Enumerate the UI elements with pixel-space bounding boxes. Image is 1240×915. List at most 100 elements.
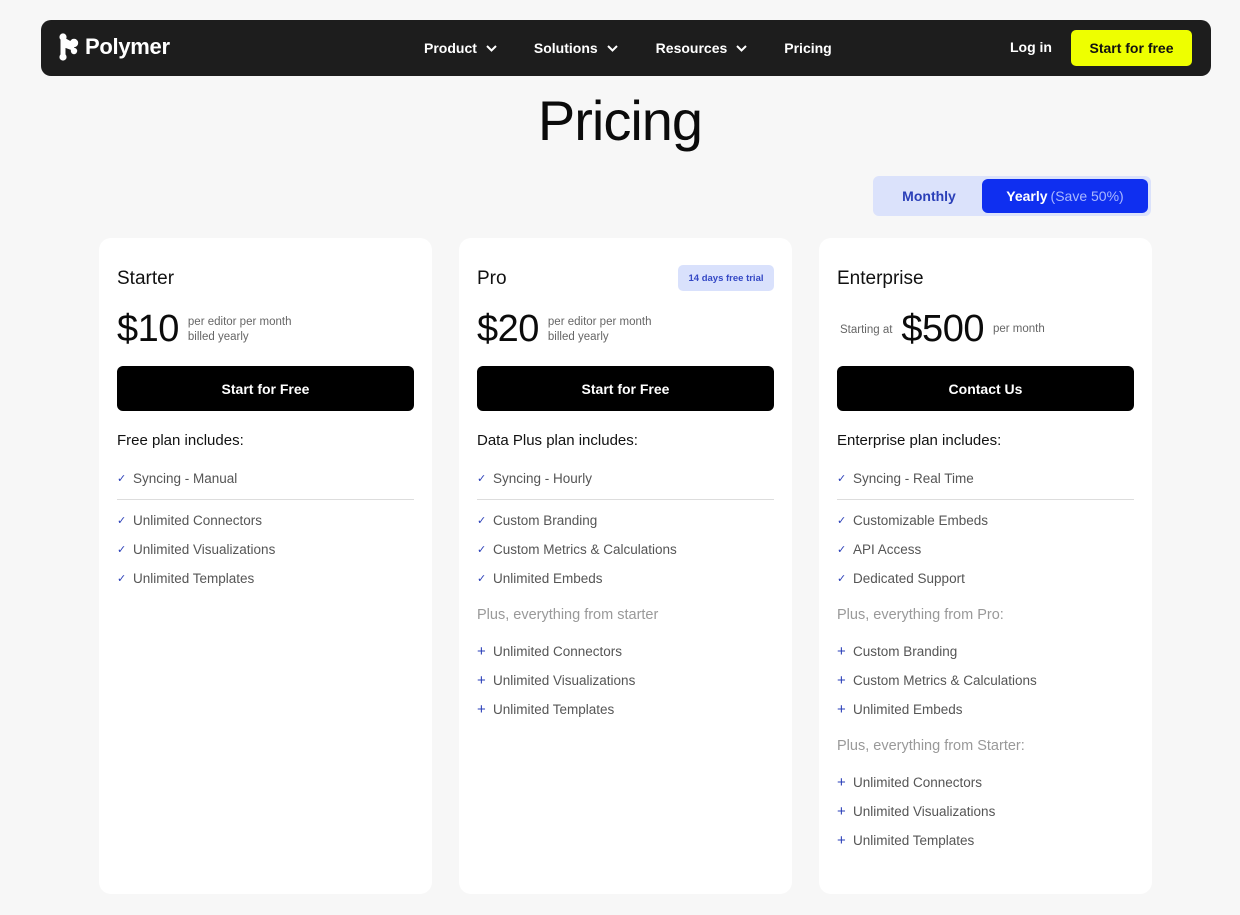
feature-item: ✓ Unlimited Templates <box>117 564 414 593</box>
plus-icon: + <box>477 701 486 718</box>
check-icon: ✓ <box>477 544 487 556</box>
feature-list: ✓ Syncing - Hourly ✓ Custom Branding ✓ C… <box>477 466 774 724</box>
feature-item: + Unlimited Connectors <box>837 768 1134 797</box>
feature-label: Syncing - Real Time <box>853 470 974 486</box>
feature-item: ✓ Customizable Embeds <box>837 506 1134 535</box>
plus-icon: + <box>837 672 846 689</box>
plan-price: $20 <box>477 308 539 350</box>
chevron-down-icon <box>736 44 747 52</box>
includes-title: Free plan includes: <box>117 432 244 449</box>
feature-item: + Unlimited Templates <box>837 826 1134 855</box>
start-for-free-button[interactable]: Start for free <box>1071 30 1192 66</box>
plus-icon: + <box>837 643 846 660</box>
top-navbar: Polymer Product Solutions Resources Pric… <box>41 20 1211 76</box>
brand-logo[interactable]: Polymer <box>59 33 170 61</box>
feature-item: ✓ Syncing - Real Time <box>837 466 1134 490</box>
plus-section-heading: Plus, everything from Pro: <box>837 607 1004 623</box>
price-note: per editor per month billed yearly <box>188 315 292 345</box>
brand-name: Polymer <box>85 34 170 59</box>
plus-icon: + <box>837 803 846 820</box>
feature-label: Syncing - Hourly <box>493 470 593 486</box>
free-trial-badge: 14 days free trial <box>678 265 774 291</box>
includes-title: Data Plus plan includes: <box>477 432 638 449</box>
divider <box>477 499 774 500</box>
plan-name: Starter <box>117 268 175 289</box>
feature-label: Unlimited Connectors <box>493 644 623 659</box>
feature-label: Custom Metrics & Calculations <box>853 673 1037 688</box>
check-icon: ✓ <box>837 544 847 556</box>
nav-solutions[interactable]: Solutions <box>534 40 618 56</box>
plan-name: Pro <box>477 268 507 289</box>
feature-label: Unlimited Visualizations <box>133 542 276 557</box>
price-note-line1: per editor per month <box>187 315 292 328</box>
nav-resources[interactable]: Resources <box>656 40 748 56</box>
feature-label: Unlimited Connectors <box>853 775 983 790</box>
feature-label: Customizable Embeds <box>853 513 989 528</box>
starting-at-label: Starting at <box>840 323 893 336</box>
price-row: $20 per editor per month billed yearly <box>477 308 651 351</box>
chevron-down-icon <box>606 44 618 52</box>
feature-item: ✓ Unlimited Embeds <box>477 564 774 593</box>
check-icon: ✓ <box>837 472 847 485</box>
login-link[interactable]: Log in <box>1010 39 1052 55</box>
plus-icon: + <box>477 643 486 660</box>
price-row: Starting at $500 per month <box>837 308 1045 351</box>
plus-section-heading: Plus, everything from starter <box>477 607 659 623</box>
plan-card-starter: Starter $10 per editor per month billed … <box>99 238 432 894</box>
nav-pricing-label: Pricing <box>784 40 832 56</box>
nav-product-label: Product <box>424 40 477 56</box>
plan-price: $500 <box>901 308 984 350</box>
check-icon: ✓ <box>477 573 487 585</box>
feature-item: + Unlimited Connectors <box>477 637 774 666</box>
plan-price: $10 <box>117 308 179 350</box>
feature-label: Unlimited Templates <box>853 833 975 848</box>
start-for-free-pro-button[interactable]: Start for Free <box>477 366 774 411</box>
price-row: $10 per editor per month billed yearly <box>117 308 291 351</box>
polymer-logo-icon <box>59 33 79 61</box>
contact-us-button[interactable]: Contact Us <box>837 366 1134 411</box>
nav-solutions-label: Solutions <box>533 40 598 56</box>
feature-label: Custom Branding <box>853 644 958 659</box>
feature-item: ✓ Unlimited Visualizations <box>117 535 414 564</box>
check-icon: ✓ <box>117 515 127 527</box>
toggle-monthly[interactable]: Monthly <box>876 179 982 213</box>
nav-product[interactable]: Product <box>424 40 497 56</box>
feature-label: Unlimited Embeds <box>853 702 963 717</box>
check-icon: ✓ <box>837 573 847 585</box>
check-icon: ✓ <box>117 544 127 556</box>
check-icon: ✓ <box>117 573 127 585</box>
toggle-yearly[interactable]: Yearly (Save 50%) <box>982 179 1148 213</box>
start-for-free-starter-button[interactable]: Start for Free <box>117 366 414 411</box>
feature-item: + Custom Metrics & Calculations <box>837 666 1134 695</box>
feature-item: ✓ Custom Metrics & Calculations <box>477 535 774 564</box>
price-note: per month <box>993 322 1045 337</box>
plan-card-enterprise: Enterprise Starting at $500 per month Co… <box>819 238 1152 894</box>
plan-name: Enterprise <box>837 268 924 289</box>
plus-icon: + <box>837 701 846 718</box>
nav-pricing[interactable]: Pricing <box>784 40 831 56</box>
yearly-savings-note: (Save 50%) <box>1050 188 1124 204</box>
feature-label: Unlimited Templates <box>133 571 255 586</box>
feature-label: Unlimited Embeds <box>493 571 603 586</box>
price-note-line2: billed yearly <box>547 330 609 343</box>
divider <box>117 499 414 500</box>
check-icon: ✓ <box>837 515 847 527</box>
feature-label: Unlimited Connectors <box>133 513 263 528</box>
feature-label: Unlimited Templates <box>493 702 615 717</box>
billing-period-toggle: Monthly Yearly (Save 50%) <box>873 176 1151 216</box>
plus-icon: + <box>477 672 486 689</box>
plus-icon: + <box>837 832 846 849</box>
feature-label: Unlimited Visualizations <box>493 673 636 688</box>
chevron-down-icon <box>486 44 497 52</box>
page-title: Pricing <box>537 89 703 152</box>
feature-item: ✓ API Access <box>837 535 1134 564</box>
feature-item: ✓ Dedicated Support <box>837 564 1134 593</box>
main-nav: Product Solutions Resources Pricing <box>424 20 832 76</box>
price-note: per editor per month billed yearly <box>548 315 652 345</box>
feature-list: ✓ Syncing - Manual ✓ Unlimited Connector… <box>117 466 414 593</box>
feature-item: ✓ Syncing - Manual <box>117 466 414 490</box>
feature-item: + Unlimited Visualizations <box>837 797 1134 826</box>
feature-item: ✓ Syncing - Hourly <box>477 466 774 490</box>
plus-section-heading: Plus, everything from Starter: <box>837 738 1025 754</box>
check-icon: ✓ <box>477 472 487 485</box>
